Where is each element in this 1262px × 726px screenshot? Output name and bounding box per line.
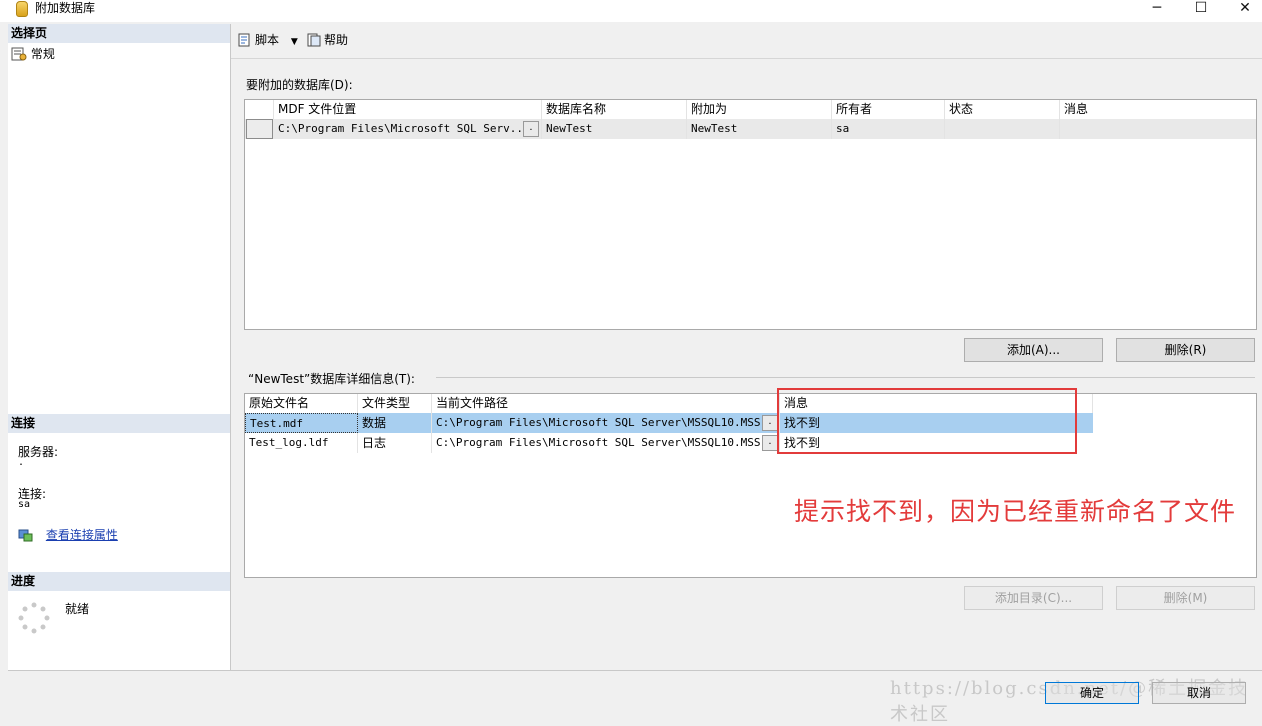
status-cell — [945, 119, 1060, 139]
close-button[interactable]: ✕ — [1222, 0, 1262, 18]
file-type-cell: 数据 — [358, 413, 432, 433]
column-header[interactable]: 文件类型 — [358, 394, 432, 413]
details-section-label: “NewTest”数据库详细信息(T): — [248, 372, 415, 386]
cancel-button[interactable]: 取消 — [1152, 682, 1246, 704]
help-button[interactable]: 帮助 — [307, 32, 348, 48]
page-item-label: 常规 — [30, 47, 55, 61]
remove-database-button[interactable]: 删除(R) — [1116, 338, 1255, 362]
file-path-cell[interactable]: C:\Program Files\Microsoft SQL Server\MS… — [432, 413, 780, 433]
view-connection-properties[interactable]: 查看连接属性 — [18, 526, 118, 543]
window-title: 附加数据库 — [35, 1, 96, 15]
file-name-cell: Test.mdf — [245, 413, 358, 433]
details-grid[interactable]: 原始文件名 文件类型 当前文件路径 消息 Test.mdf 数据 C:\Prog… — [244, 393, 1257, 578]
column-header[interactable]: 状态 — [945, 100, 1060, 119]
help-icon — [307, 33, 321, 47]
column-header[interactable]: 原始文件名 — [245, 394, 358, 413]
grid-row-header — [245, 100, 274, 119]
file-name-cell: Test_log.ldf — [245, 433, 358, 453]
annotation-text: 提示找不到，因为已经重新命名了文件 — [794, 497, 1237, 526]
column-header[interactable]: 所有者 — [832, 100, 945, 119]
browse-path-button[interactable]: . — [762, 435, 778, 451]
column-header[interactable]: 数据库名称 — [542, 100, 687, 119]
database-icon — [16, 1, 28, 17]
title-bar: 附加数据库 ─ ☐ ✕ — [0, 0, 1262, 22]
script-button[interactable]: 脚本 ▼ — [238, 32, 298, 50]
server-value: . — [18, 457, 25, 468]
maximize-button[interactable]: ☐ — [1178, 0, 1224, 18]
row-selector[interactable] — [246, 119, 273, 139]
connection-properties-icon — [18, 529, 33, 542]
databases-grid[interactable]: MDF 文件位置 数据库名称 附加为 所有者 状态 消息 C:\Program … — [244, 99, 1257, 330]
connection-header: 连接 — [8, 414, 230, 433]
annotation-highlight-box — [777, 388, 1077, 454]
column-header[interactable]: 附加为 — [687, 100, 832, 119]
browse-mdf-button[interactable]: . — [523, 121, 539, 137]
progress-status: 就绪 — [65, 602, 90, 616]
databases-section-label: 要附加的数据库(D): — [246, 78, 353, 92]
db-name-cell: NewTest — [542, 119, 687, 139]
file-path-cell[interactable]: C:\Program Files\Microsoft SQL Server\MS… — [432, 433, 780, 453]
script-label: 脚本 — [255, 33, 280, 47]
minimize-button[interactable]: ─ — [1134, 0, 1180, 18]
column-header[interactable]: 消息 — [1060, 100, 1256, 119]
right-pane: 脚本 ▼ 帮助 要附加的数据库(D): MDF 文件位置 数据库名称 附加为 所… — [231, 24, 1262, 670]
browse-path-button[interactable]: . — [762, 415, 778, 431]
view-connection-link[interactable]: 查看连接属性 — [46, 528, 118, 542]
toolbar: 脚本 ▼ 帮助 — [231, 24, 1262, 59]
progress-header: 进度 — [8, 572, 230, 591]
progress-spinner-icon — [18, 602, 50, 634]
ok-button[interactable]: 确定 — [1045, 682, 1139, 704]
add-database-button[interactable]: 添加(A)... — [964, 338, 1103, 362]
help-label: 帮助 — [324, 33, 349, 47]
attach-as-cell[interactable]: NewTest — [687, 119, 832, 139]
select-page-header: 选择页 — [8, 24, 230, 43]
column-header[interactable]: 当前文件路径 — [432, 394, 780, 413]
file-type-cell: 日志 — [358, 433, 432, 453]
owner-cell[interactable]: sa — [832, 119, 945, 139]
dropdown-arrow-icon[interactable]: ▼ — [291, 37, 298, 47]
page-item-general[interactable]: 常规 — [11, 45, 55, 62]
page-settings-icon — [11, 47, 27, 61]
remove-file-button[interactable]: 删除(M) — [1116, 586, 1255, 610]
column-header[interactable]: MDF 文件位置 — [274, 100, 542, 119]
message-cell — [1060, 119, 1256, 139]
section-divider — [436, 377, 1255, 378]
table-row[interactable]: C:\Program Files\Microsoft SQL Serv... .… — [245, 119, 1256, 139]
add-catalog-button[interactable]: 添加目录(C)... — [964, 586, 1103, 610]
left-pane: 选择页 常规 连接 服务器: . 连接: sa 查看连接属性 进度 就绪 — [8, 24, 231, 670]
mdf-location-cell[interactable]: C:\Program Files\Microsoft SQL Serv... — [274, 119, 542, 139]
connection-value: sa — [18, 499, 31, 510]
script-icon — [238, 33, 250, 47]
